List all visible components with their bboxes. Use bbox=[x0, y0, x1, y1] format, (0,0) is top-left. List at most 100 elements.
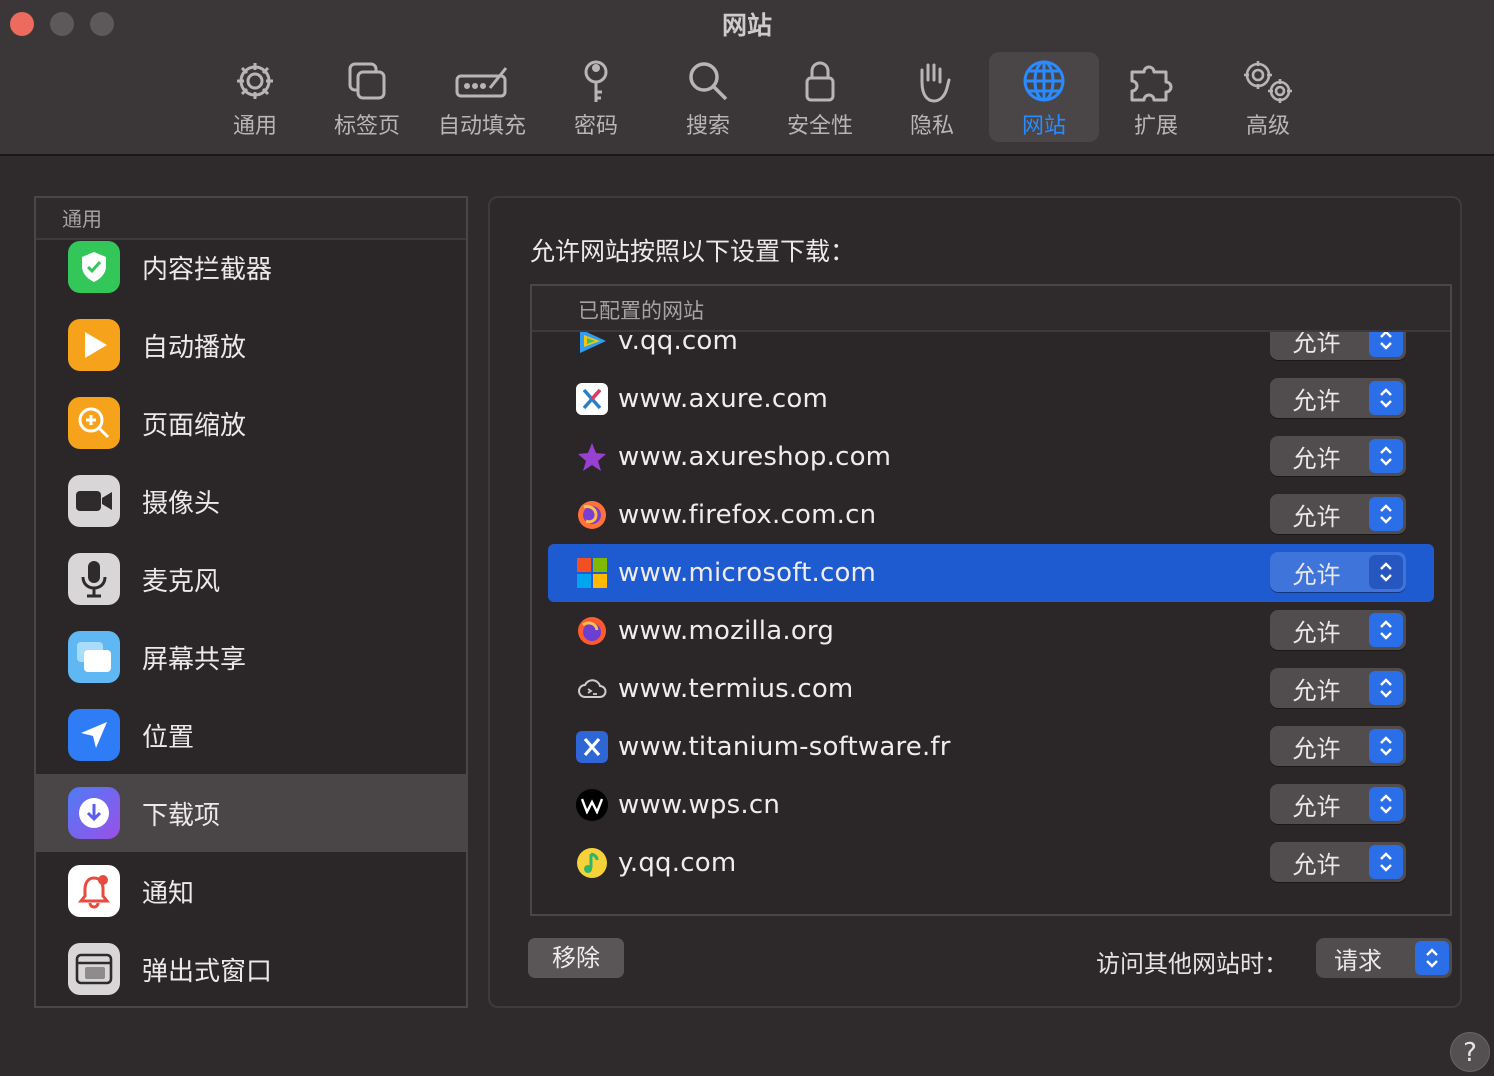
wps-icon bbox=[576, 789, 608, 821]
table-row-selected[interactable]: www.microsoft.com 允许 bbox=[548, 544, 1434, 602]
popup-value: 允许 bbox=[1292, 386, 1341, 415]
tab-label: 密码 bbox=[573, 114, 618, 139]
chevron-updown-icon bbox=[1369, 613, 1403, 647]
site-domain: www.axureshop.com bbox=[618, 442, 892, 472]
site-domain: www.titanium-software.fr bbox=[618, 732, 951, 762]
help-button[interactable]: ? bbox=[1450, 1032, 1490, 1072]
puzzle-icon bbox=[1130, 65, 1173, 102]
tab-advanced[interactable]: 高级 bbox=[1213, 52, 1323, 142]
axure-icon bbox=[576, 383, 608, 415]
table-row[interactable]: www.mozilla.org 允许 bbox=[548, 602, 1434, 660]
chevron-updown-icon bbox=[1369, 671, 1403, 705]
other-sites-popup[interactable]: 请求 bbox=[1316, 938, 1452, 978]
site-domain: www.firefox.com.cn bbox=[618, 500, 877, 530]
tab-passwords[interactable]: 密码 bbox=[541, 52, 651, 142]
table-row[interactable]: www.axureshop.com 允许 bbox=[548, 428, 1434, 486]
tab-label: 隐私 bbox=[909, 114, 954, 139]
table-row[interactable]: www.firefox.com.cn 允许 bbox=[548, 486, 1434, 544]
tab-autofill[interactable]: 自动填充 bbox=[427, 52, 537, 142]
camera-icon bbox=[68, 475, 120, 527]
popup-value: 请求 bbox=[1334, 946, 1382, 975]
tab-label: 自动填充 bbox=[437, 114, 526, 139]
download-setting-popup[interactable]: 允许 bbox=[1270, 436, 1406, 476]
sidebar-item-label: 内容拦截器 bbox=[142, 254, 273, 285]
tab-label: 网站 bbox=[1021, 114, 1066, 139]
tab-label: 安全性 bbox=[786, 114, 853, 139]
site-domain: www.termius.com bbox=[618, 674, 854, 704]
table-row[interactable]: y.qq.com 允许 bbox=[548, 834, 1434, 892]
hand-icon bbox=[920, 63, 951, 103]
popup-value: 允许 bbox=[1292, 502, 1341, 531]
autoplay-icon bbox=[68, 319, 120, 371]
sidebar-item-autoplay[interactable]: 自动播放 bbox=[36, 306, 466, 384]
download-setting-popup[interactable]: 允许 bbox=[1270, 378, 1406, 418]
popup-value: 允许 bbox=[1292, 792, 1341, 821]
search-icon bbox=[689, 62, 728, 101]
table-row[interactable]: www.termius.com 允许 bbox=[548, 660, 1434, 718]
key-icon bbox=[584, 60, 608, 102]
chevron-updown-icon bbox=[1369, 497, 1403, 531]
termius-icon bbox=[576, 673, 608, 705]
location-icon bbox=[68, 709, 120, 761]
qq-music-icon bbox=[576, 847, 608, 879]
firefox-icon bbox=[576, 499, 608, 531]
chevron-updown-icon bbox=[1369, 381, 1403, 415]
sidebar-item-content-blockers[interactable]: 内容拦截器 bbox=[36, 228, 466, 306]
remove-button[interactable]: 移除 bbox=[528, 938, 624, 978]
download-setting-popup[interactable]: 允许 bbox=[1270, 668, 1406, 708]
tab-websites[interactable]: 网站 bbox=[989, 52, 1099, 142]
axureshop-star-icon bbox=[576, 441, 608, 473]
sidebar-item-downloads[interactable]: 下载项 bbox=[36, 774, 466, 852]
sidebar-item-label: 页面缩放 bbox=[142, 410, 247, 441]
tab-tabs[interactable]: 标签页 bbox=[312, 52, 422, 142]
screen-sharing-icon bbox=[68, 631, 120, 683]
download-setting-popup[interactable]: 允许 bbox=[1270, 842, 1406, 882]
sidebar-item-label: 麦克风 bbox=[142, 566, 221, 597]
sidebar-item-popup-windows[interactable]: 弹出式窗口 bbox=[36, 930, 466, 1006]
chevron-updown-icon bbox=[1369, 555, 1403, 589]
popup-value: 允许 bbox=[1292, 734, 1341, 763]
table-row[interactable]: www.axure.com 允许 bbox=[548, 370, 1434, 428]
sidebar-item-label: 摄像头 bbox=[142, 488, 221, 519]
download-setting-popup[interactable]: 允许 bbox=[1270, 552, 1406, 592]
sidebar-item-label: 屏幕共享 bbox=[142, 644, 247, 675]
configured-websites-table[interactable]: 已配置的网站 v.qq.com 允许 www.axure.com 允许 www.… bbox=[530, 284, 1452, 916]
gear-icon bbox=[237, 63, 273, 99]
popup-windows-icon bbox=[68, 943, 120, 995]
notifications-icon bbox=[68, 865, 120, 917]
table-row[interactable]: www.titanium-software.fr 允许 bbox=[548, 718, 1434, 776]
site-domain: www.microsoft.com bbox=[618, 558, 877, 588]
download-setting-popup[interactable]: 允许 bbox=[1270, 784, 1406, 824]
popup-value: 允许 bbox=[1292, 850, 1341, 879]
popup-value: 允许 bbox=[1292, 444, 1341, 473]
tab-label: 搜索 bbox=[685, 114, 730, 139]
sidebar-item-location[interactable]: 位置 bbox=[36, 696, 466, 774]
sidebar-item-microphone[interactable]: 麦克风 bbox=[36, 540, 466, 618]
sidebar-item-label: 下载项 bbox=[142, 800, 221, 831]
sidebar-item-notifications[interactable]: 通知 bbox=[36, 852, 466, 930]
tab-search[interactable]: 搜索 bbox=[653, 52, 763, 142]
tab-general[interactable]: 通用 bbox=[200, 52, 310, 142]
download-setting-popup[interactable]: 允许 bbox=[1270, 494, 1406, 534]
table-header: 已配置的网站 bbox=[532, 286, 1450, 332]
titanium-icon bbox=[576, 731, 608, 763]
chevron-updown-icon bbox=[1369, 845, 1403, 879]
tab-extensions[interactable]: 扩展 bbox=[1101, 52, 1211, 142]
download-setting-popup[interactable]: 允许 bbox=[1270, 726, 1406, 766]
download-setting-popup[interactable]: 允许 bbox=[1270, 610, 1406, 650]
tab-label: 扩展 bbox=[1133, 114, 1178, 139]
sidebar-item-label: 位置 bbox=[142, 722, 195, 753]
sidebar-item-camera[interactable]: 摄像头 bbox=[36, 462, 466, 540]
tab-privacy[interactable]: 隐私 bbox=[877, 52, 987, 142]
chevron-updown-icon bbox=[1369, 439, 1403, 473]
table-row[interactable]: www.wps.cn 允许 bbox=[548, 776, 1434, 834]
tab-label: 标签页 bbox=[333, 114, 400, 139]
sidebar-item-page-zoom[interactable]: 页面缩放 bbox=[36, 384, 466, 462]
sidebar-item-label: 弹出式窗口 bbox=[142, 956, 273, 987]
site-domain: www.wps.cn bbox=[618, 790, 781, 820]
site-domain: www.axure.com bbox=[618, 384, 828, 414]
sidebar-item-screen-sharing[interactable]: 屏幕共享 bbox=[36, 618, 466, 696]
popup-value: 允许 bbox=[1292, 560, 1341, 589]
tab-security[interactable]: 安全性 bbox=[765, 52, 875, 142]
chevron-updown-icon bbox=[1415, 941, 1449, 975]
